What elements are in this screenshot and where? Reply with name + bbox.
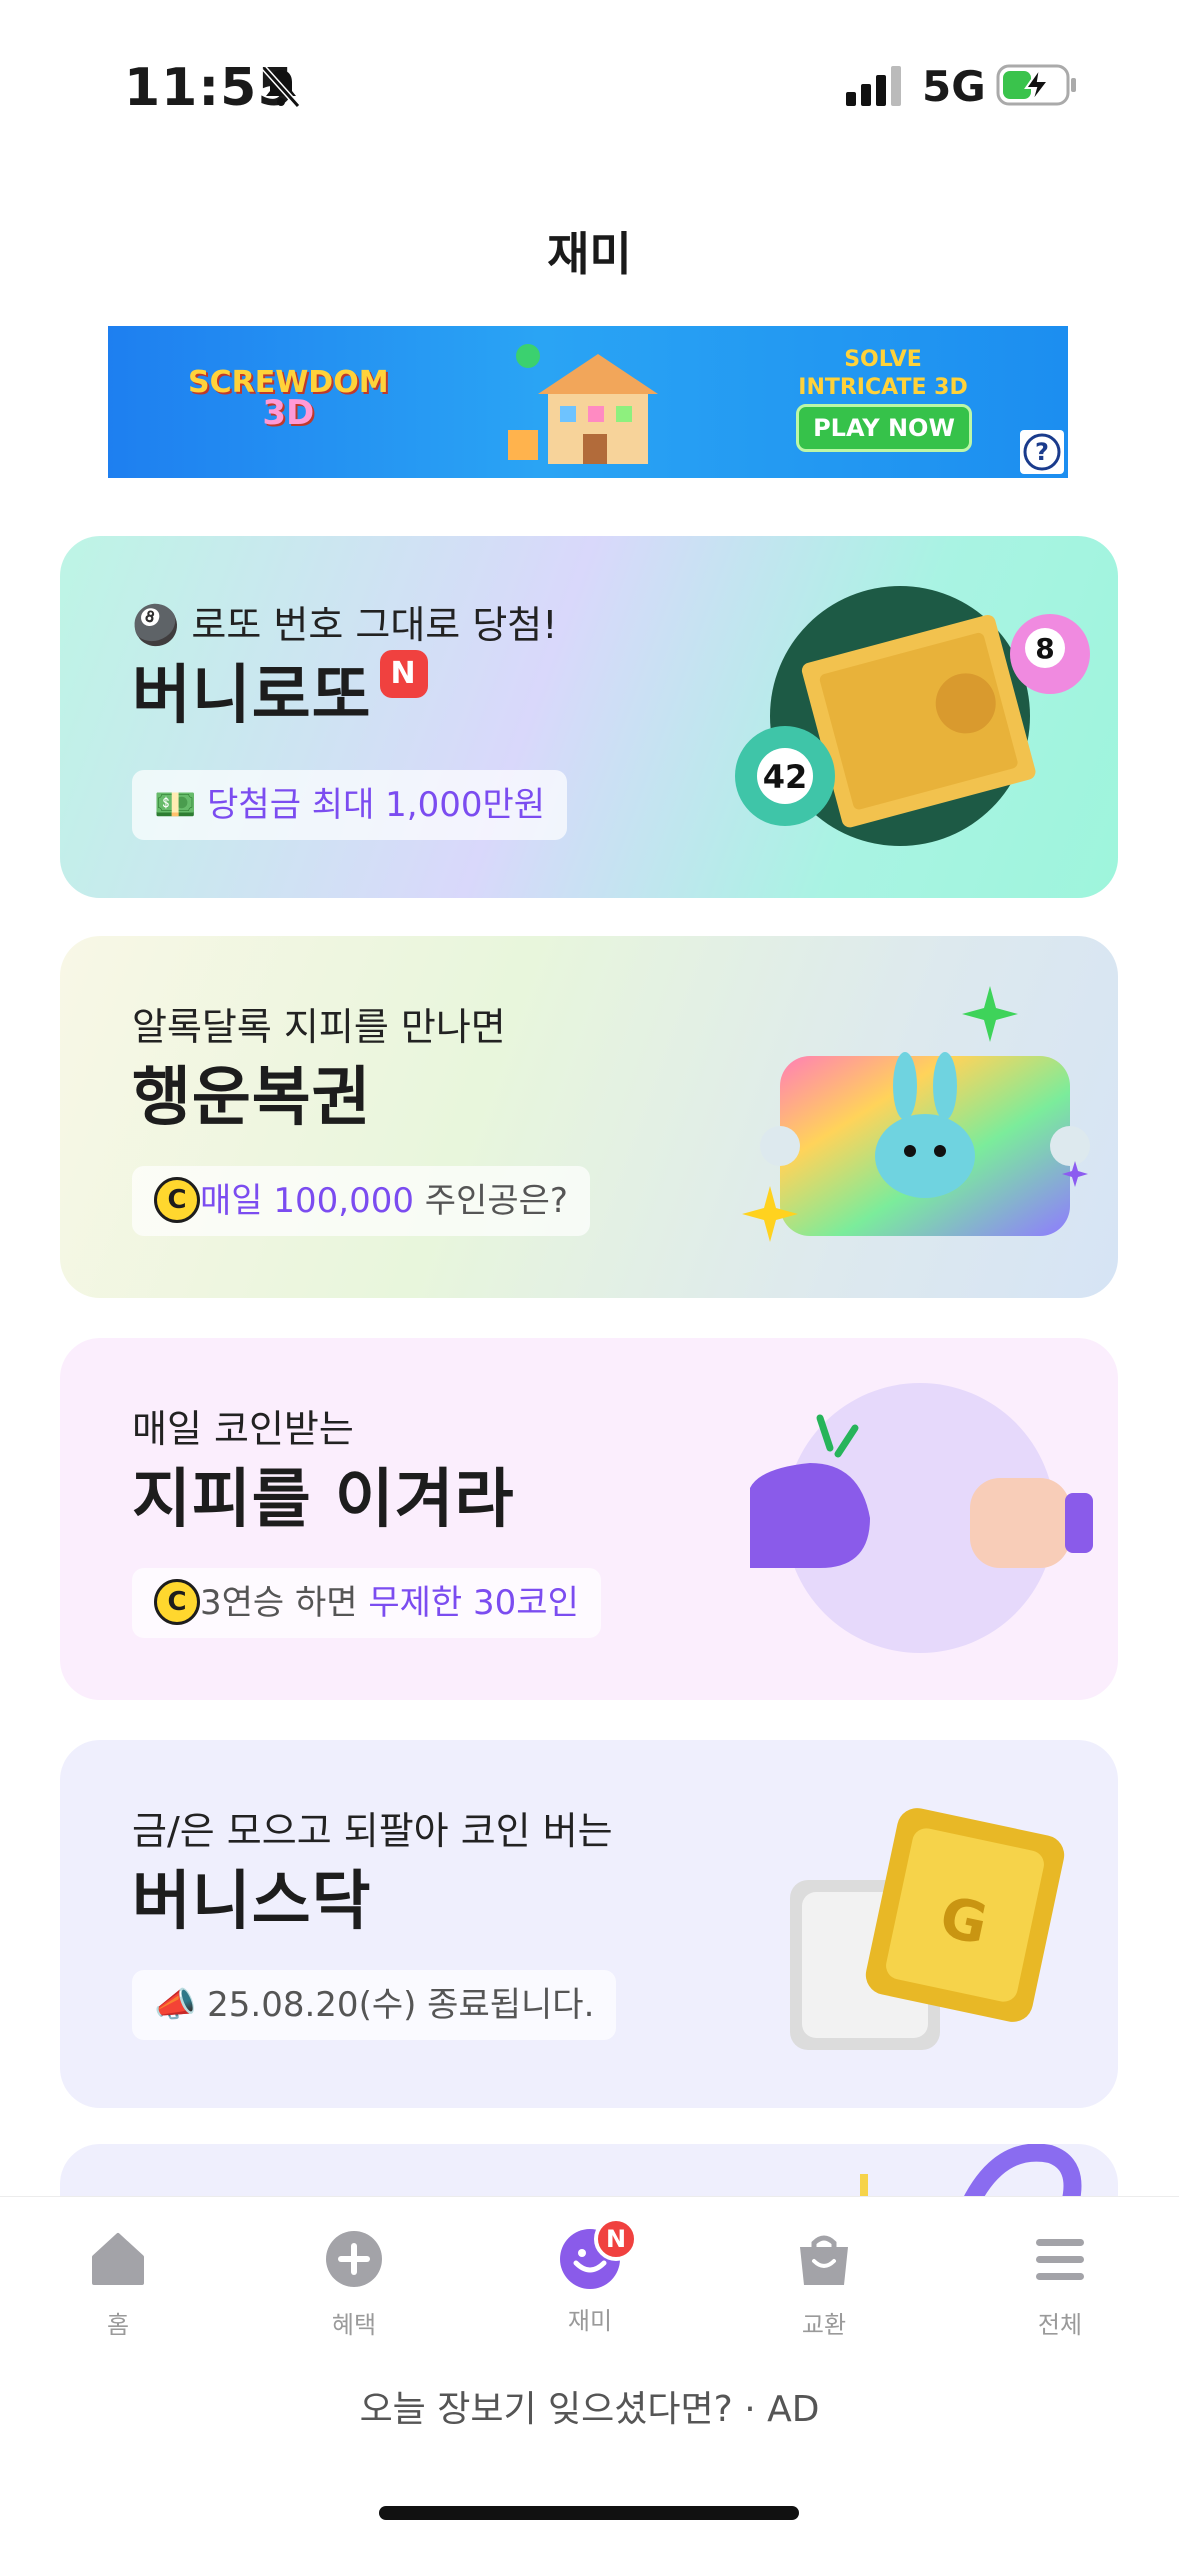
coin-icon: C	[154, 1176, 200, 1223]
menu-icon	[1036, 2239, 1084, 2280]
tab-benefits[interactable]: 혜택	[284, 2227, 424, 2340]
coin-icon: C	[154, 1578, 200, 1625]
ad-house-illustration	[508, 344, 658, 464]
ad-help-glyph: ?	[1035, 438, 1049, 466]
chip-highlight: 무제한 30코인	[368, 1583, 579, 1623]
tab-fun[interactable]: N 재미	[520, 2217, 660, 2336]
card-eyebrow: 금/은 모으고 되팔아 코인 버는	[132, 1809, 613, 1853]
plus-circle-icon	[326, 2231, 382, 2287]
card-chip: 💵 당첨금 최대 1,000만원	[132, 770, 568, 840]
tab-label: 교환	[801, 2311, 847, 2339]
card-bunnysdaq[interactable]: 금/은 모으고 되팔아 코인 버는 버니스닥 📣 25.08.20(수) 종료됩…	[60, 1740, 1118, 2108]
partial-illustration	[860, 2144, 1082, 2204]
bottom-tab-bar: 홈 혜택 N 재미 교환 전체	[0, 2196, 1179, 2376]
tab-new-badge: N	[594, 2217, 638, 2261]
rainbow-ticket-illustration	[742, 986, 1090, 1242]
chip-text: 주인공은?	[413, 1181, 568, 1221]
card-chip: 📣 25.08.20(수) 종료됩니다.	[132, 1970, 617, 2040]
card-bunny-lotto[interactable]: 🎱 로또 번호 그대로 당첨! 버니로또 N 💵 당첨금 최대 1,000만원 4…	[60, 536, 1118, 898]
home-indicator	[379, 2506, 799, 2520]
card-title: 지피를 이겨라	[132, 1463, 515, 1537]
card-chip: C 3연승 하면 무제한 30코인	[132, 1568, 601, 1638]
shopping-bag-icon	[800, 2235, 848, 2285]
chip-text: 당첨금 최대 1,000만원	[207, 785, 546, 825]
lotto-cash-illustration: 42 8	[735, 586, 1090, 846]
tab-label: 혜택	[331, 2311, 377, 2339]
ad-banner[interactable]: SCREWDOM 3D SOLVE INTRICATE 3D PUZZLES P…	[108, 326, 1068, 478]
new-badge: N	[379, 650, 428, 698]
tab-exchange[interactable]: 교환	[754, 2227, 894, 2340]
card-title: 행운복권	[132, 1061, 372, 1135]
footer-ad-link[interactable]: 오늘 장보기 잊으셨다면? · AD	[0, 2380, 1179, 2432]
card-lucky-lottery[interactable]: 알록달록 지피를 만나면 행운복권 C 매일 100,000 주인공은?	[60, 936, 1118, 1298]
card-title: 버니로또 N	[132, 644, 428, 736]
card-chip: C 매일 100,000 주인공은?	[132, 1166, 590, 1236]
signal-icon	[846, 66, 901, 106]
tab-all[interactable]: 전체	[990, 2227, 1130, 2340]
network-label: 5G	[922, 62, 986, 111]
card-title-text: 버니로또	[132, 659, 372, 733]
tab-label: 재미	[567, 2307, 613, 2335]
card-title: 버니스닥	[132, 1865, 372, 1939]
ad-logo: SCREWDOM 3D	[188, 368, 389, 433]
money-icon: 💵	[154, 785, 197, 825]
chip-text: 3연승 하면	[200, 1583, 369, 1623]
gold-silver-bar-illustration: G	[790, 1808, 1065, 2050]
battery-charging-icon	[996, 64, 1076, 106]
ad-info-icon[interactable]: ?	[1020, 430, 1064, 474]
bell-muted-icon	[261, 65, 301, 109]
lotto-ball-42-label: 42	[763, 758, 808, 796]
page-title: 재미	[547, 227, 632, 281]
chip-highlight: 매일 100,000	[200, 1181, 414, 1221]
ad-logo-sub: 3D	[262, 393, 315, 433]
card-eyebrow: 알록달록 지피를 만나면	[132, 1005, 506, 1049]
tab-home[interactable]: 홈	[48, 2227, 188, 2340]
rock-paper-scissors-illustration	[750, 1383, 1093, 1653]
megaphone-icon: 📣	[154, 1985, 197, 2025]
tab-label: 전체	[1037, 2311, 1083, 2339]
status-bar: 11:55 5G	[0, 0, 1179, 170]
home-icon	[92, 2233, 144, 2285]
lotto-ball-8-label: 8	[1035, 632, 1054, 665]
card-beat-zipi[interactable]: 매일 코인받는 지피를 이겨라 C 3연승 하면 무제한 30코인	[60, 1338, 1118, 1700]
card-eyebrow: 🎱 로또 번호 그대로 당첨!	[132, 603, 558, 647]
tab-label: 홈	[106, 2311, 130, 2339]
card-eyebrow: 매일 코인받는	[132, 1407, 354, 1451]
chip-text: 25.08.20(수) 종료됩니다.	[207, 1985, 595, 2025]
ad-play-now-button[interactable]: PLAY NOW	[796, 404, 972, 452]
